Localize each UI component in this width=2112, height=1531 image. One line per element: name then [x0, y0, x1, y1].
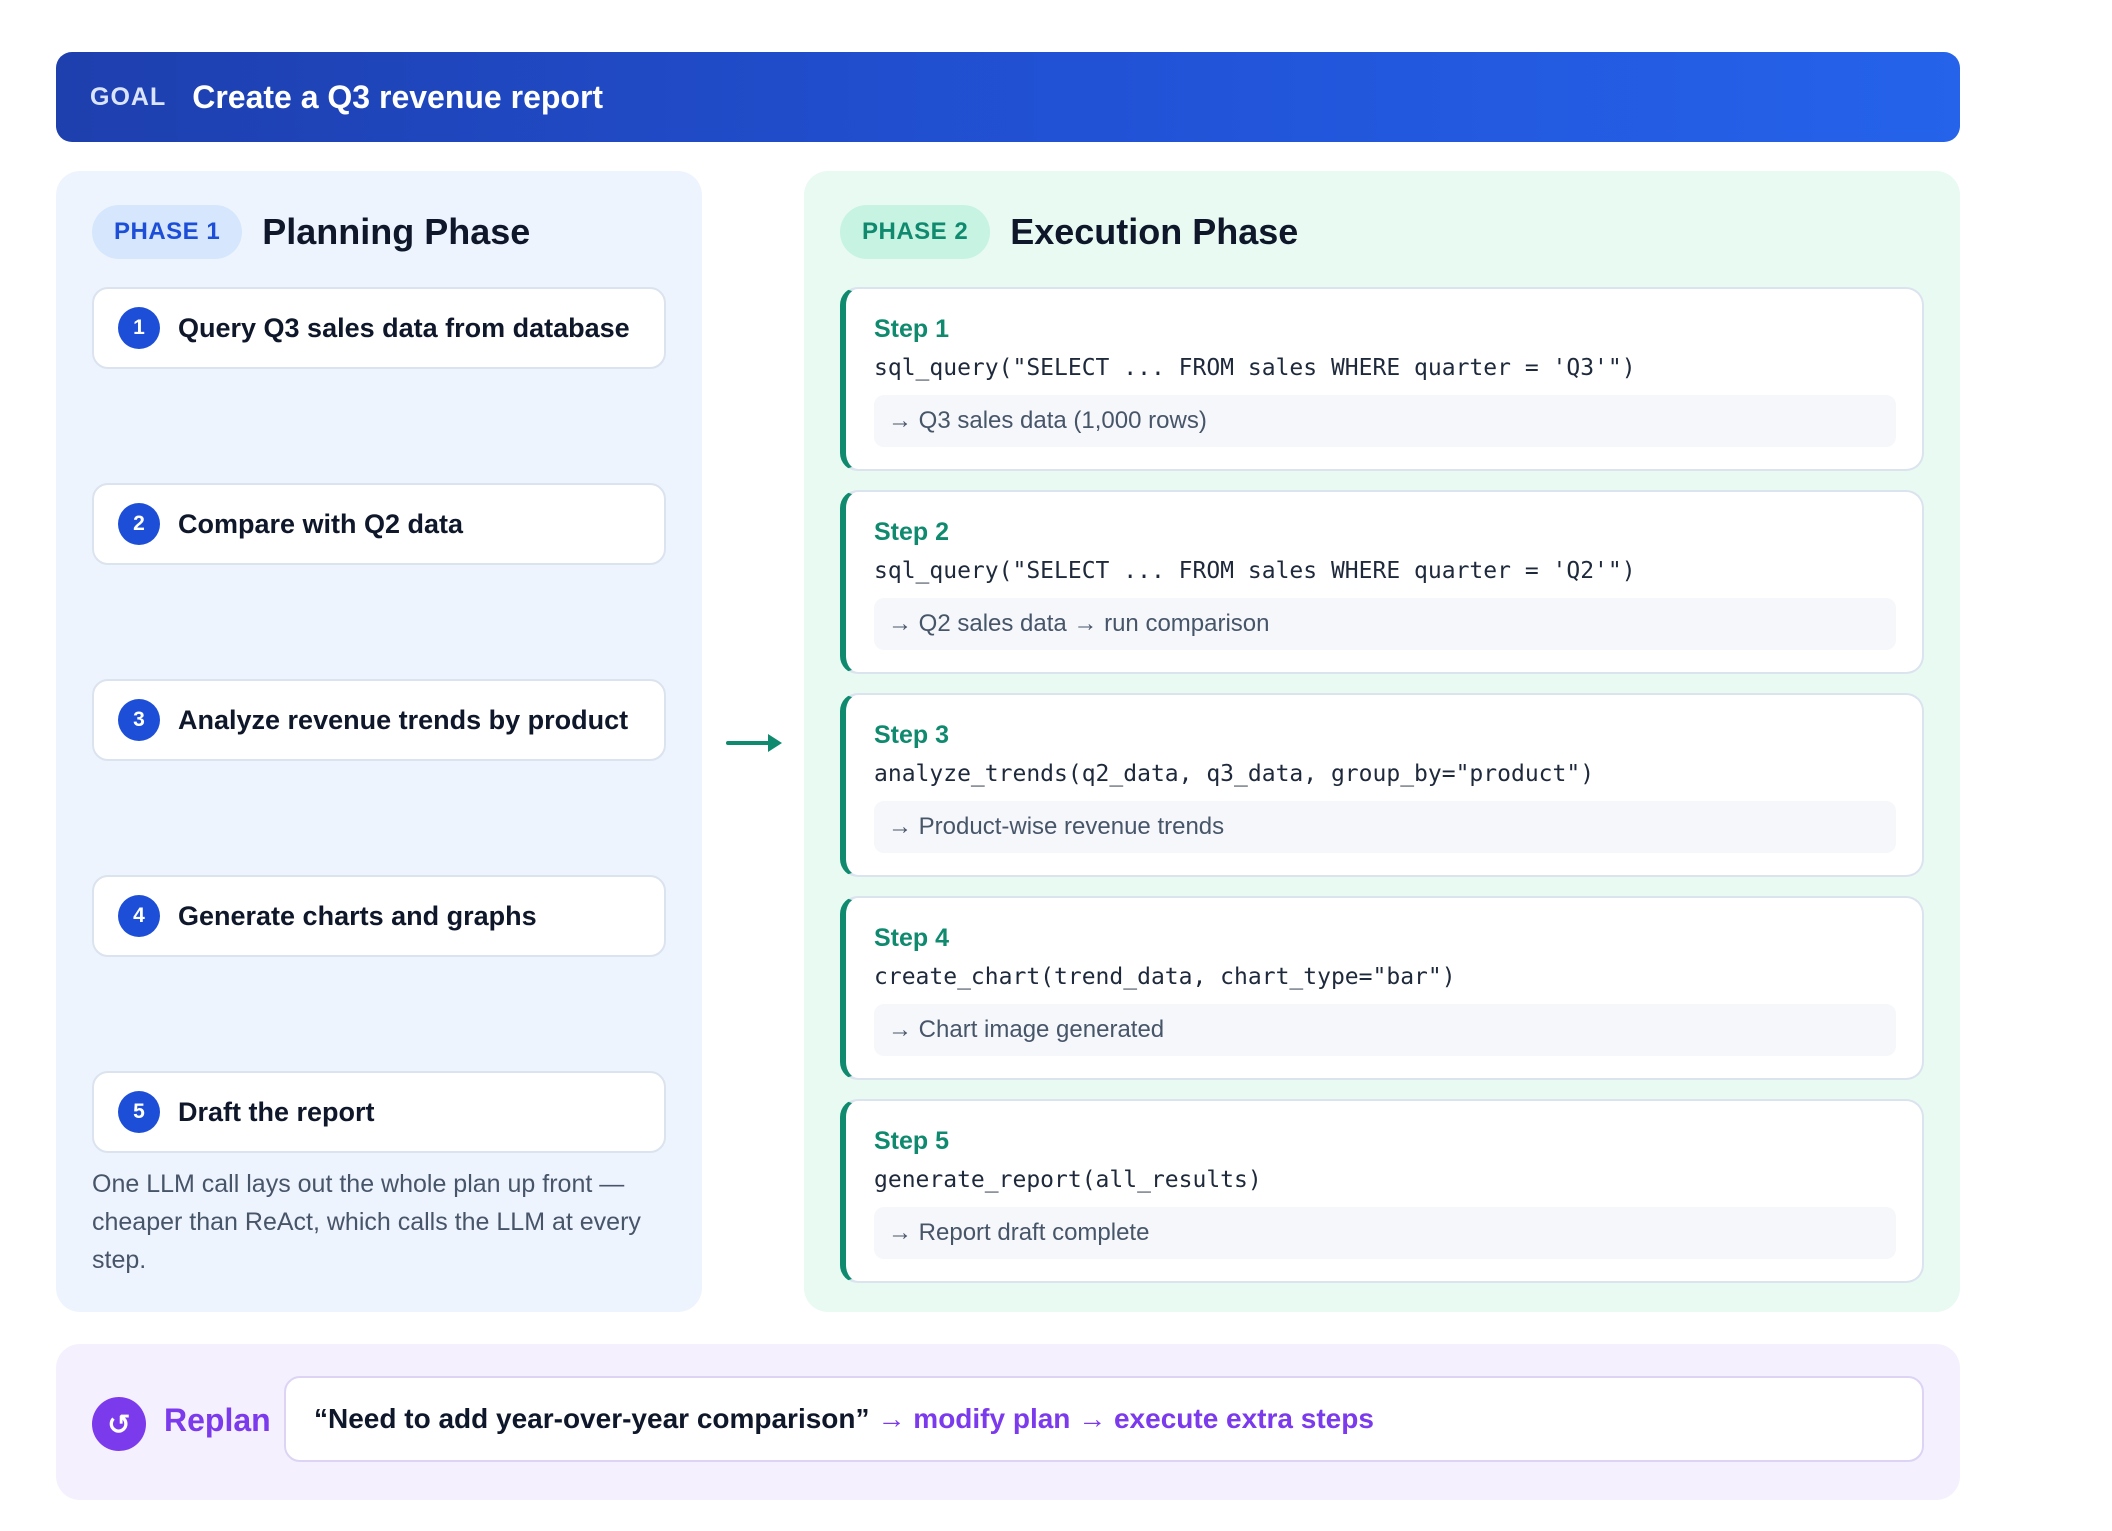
replan-box: “Need to add year-over-year comparison” … [284, 1376, 1924, 1462]
planning-title: Planning Phase [262, 211, 531, 252]
replan-quote: “Need to add year-over-year comparison” [314, 1403, 870, 1434]
execution-title: Execution Phase [1010, 211, 1299, 252]
exec-step-3: Step 3 analyze_trends(q2_data, q3_data, … [840, 693, 1924, 877]
plan-step-5: 5 Draft the report [92, 1071, 666, 1153]
exec-step-label: Step 5 [874, 1127, 950, 1155]
plan-step-label: Analyze revenue trends by product [178, 704, 629, 735]
exec-step-code: analyze_trends(q2_data, q3_data, group_b… [874, 761, 1595, 787]
phase-1-badge: PHASE 1 [92, 205, 243, 259]
plan-step-number: 5 [118, 1091, 160, 1133]
exec-step-code: create_chart(trend_data, chart_type="bar… [874, 964, 1456, 990]
exec-step-label: Step 4 [874, 924, 950, 952]
planning-panel: PHASE 1 Planning Phase 1 Query Q3 sales … [56, 171, 702, 1312]
exec-step-result: → Q2 sales data → run comparison [874, 598, 1896, 650]
exec-step-label: Step 1 [874, 315, 950, 343]
replan-label: Replan [164, 1402, 271, 1438]
plan-step-number: 4 [118, 895, 160, 937]
goal-text: Create a Q3 revenue report [192, 78, 604, 115]
replan-panel: ↺ Replan “Need to add year-over-year com… [56, 1344, 1960, 1500]
exec-step-result: → Product-wise revenue trends [874, 801, 1896, 853]
exec-step-code: generate_report(all_results) [874, 1167, 1262, 1193]
plan-step-number: 3 [118, 699, 160, 741]
planning-header: PHASE 1 Planning Phase [92, 205, 530, 259]
plan-step-2: 2 Compare with Q2 data [92, 483, 666, 565]
goal-banner: GOAL Create a Q3 revenue report [56, 52, 1960, 142]
exec-step-label: Step 2 [874, 518, 950, 546]
plan-step-label: Draft the report [178, 1096, 375, 1127]
exec-step-1: Step 1 sql_query("SELECT ... FROM sales … [840, 287, 1924, 471]
replan-action: → modify plan → execute extra steps [877, 1403, 1374, 1434]
exec-step-code: sql_query("SELECT ... FROM sales WHERE q… [874, 558, 1636, 584]
exec-step-label: Step 3 [874, 721, 950, 749]
plan-step-3: 3 Analyze revenue trends by product [92, 679, 666, 761]
exec-step-result: → Q3 sales data (1,000 rows) [874, 395, 1896, 447]
goal-tag: GOAL [90, 82, 167, 111]
plan-step-number: 1 [118, 307, 160, 349]
refresh-icon: ↺ [92, 1397, 146, 1451]
exec-step-5: Step 5 generate_report(all_results) → Re… [840, 1099, 1924, 1283]
plan-step-label: Generate charts and graphs [178, 900, 537, 931]
plan-step-4: 4 Generate charts and graphs [92, 875, 666, 957]
execution-header: PHASE 2 Execution Phase [840, 205, 1298, 259]
plan-step-label: Compare with Q2 data [178, 508, 464, 539]
exec-step-result: → Chart image generated [874, 1004, 1896, 1056]
plan-step-1: 1 Query Q3 sales data from database [92, 287, 666, 369]
execution-panel: PHASE 2 Execution Phase Step 1 sql_query… [804, 171, 1960, 1312]
arrow-right-icon [726, 734, 782, 752]
plan-step-number: 2 [118, 503, 160, 545]
exec-step-result: → Report draft complete [874, 1207, 1896, 1259]
planning-note: One LLM call lays out the whole plan up … [92, 1170, 641, 1274]
exec-step-2: Step 2 sql_query("SELECT ... FROM sales … [840, 490, 1924, 674]
exec-step-4: Step 4 create_chart(trend_data, chart_ty… [840, 896, 1924, 1080]
plan-step-label: Query Q3 sales data from database [178, 312, 630, 343]
phase-2-badge: PHASE 2 [840, 205, 991, 259]
exec-step-code: sql_query("SELECT ... FROM sales WHERE q… [874, 355, 1636, 381]
